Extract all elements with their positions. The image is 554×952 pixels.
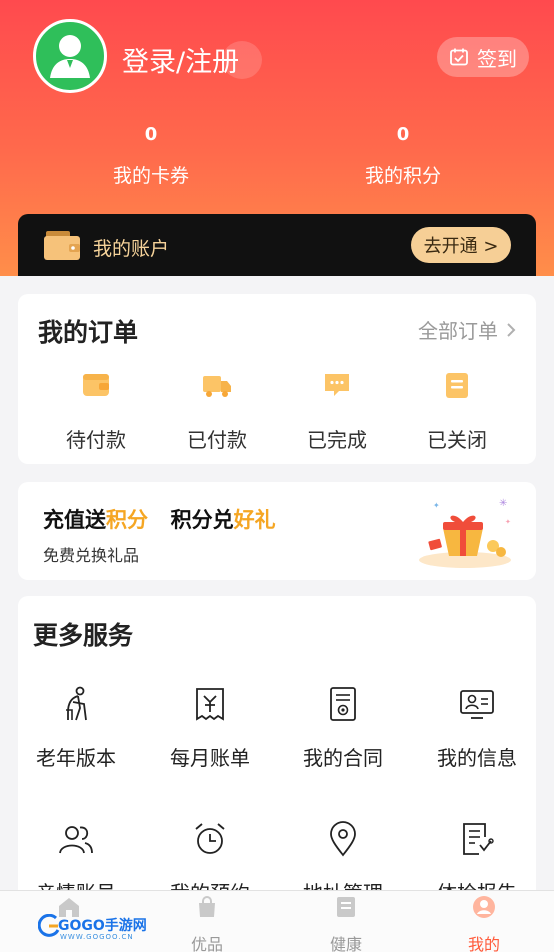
family-icon (59, 826, 93, 854)
order-pending-payment[interactable]: 待付款 (36, 370, 156, 453)
all-orders-link[interactable]: 全部订单 (418, 315, 516, 344)
services-title: 更多服务 (33, 621, 134, 650)
report-icon (463, 823, 494, 855)
login-register-link[interactable]: 登录/注册 (122, 40, 239, 79)
order-label: 已付款 (187, 428, 247, 452)
order-label: 已完成 (307, 428, 367, 452)
coupon-label: 我的卡券 (112, 165, 189, 187)
site-watermark: GOGO手游网 WWW.GOGOO.CN (38, 912, 150, 942)
svg-text:✦: ✦ (505, 518, 511, 526)
points-count: 0 (396, 124, 410, 145)
service-elderly-mode[interactable]: 老年版本 (9, 686, 143, 771)
coupon-stat[interactable]: 0 我的卡券 (71, 124, 231, 188)
wallet-icon (83, 374, 109, 396)
promo-highlight: 好礼 (233, 508, 276, 532)
health-icon (337, 897, 355, 917)
svg-text:✳: ✳ (499, 498, 507, 509)
clipboard-icon (446, 373, 468, 398)
promo-highlight: 积分 (106, 508, 148, 532)
signin-button[interactable]: 签到 (437, 37, 529, 77)
elderly-icon (66, 686, 87, 721)
delivery-truck-icon (203, 376, 231, 397)
shopping-bag-icon (199, 896, 215, 917)
alarm-clock-icon (195, 823, 225, 854)
tab-label: 我的 (467, 935, 500, 952)
service-my-info[interactable]: 我的信息 (410, 686, 544, 771)
points-stat[interactable]: 0 我的积分 (323, 124, 483, 188)
orders-title: 我的订单 (38, 318, 139, 347)
tab-products[interactable]: 优品 (138, 891, 276, 952)
service-label: 老年版本 (36, 746, 116, 770)
coupon-count: 0 (144, 124, 158, 145)
service-label: 我的合同 (303, 746, 383, 770)
service-label: 每月账单 (170, 746, 250, 770)
promo-subtitle: 免费兑换礼品 (43, 546, 140, 565)
bill-icon (196, 688, 224, 721)
tab-label: 优品 (190, 935, 223, 952)
activate-button[interactable]: 去开通 > (411, 227, 511, 263)
order-closed[interactable]: 已关闭 (397, 370, 517, 453)
more-services-card: 更多服务 老年版本 每月账单 我的合同 我的信息 (18, 596, 536, 916)
avatar[interactable] (33, 19, 107, 93)
watermark-logo-icon (38, 914, 60, 937)
all-orders-label: 全部订单 (418, 319, 498, 343)
service-label: 我的信息 (437, 746, 517, 770)
chevron-right-icon (507, 322, 516, 337)
tab-mine[interactable]: 我的 (415, 891, 553, 952)
tab-health[interactable]: 健康 (277, 891, 415, 952)
tab-label: 健康 (329, 935, 362, 952)
profile-screen-icon (460, 690, 494, 719)
service-my-contract[interactable]: 我的合同 (276, 686, 410, 771)
points-promo-banner[interactable]: 充值送积分 积分兑好礼 免费兑换礼品 ✳ ✦ ✦ (18, 482, 536, 580)
promo-text: 积分兑 (170, 508, 234, 532)
my-account-bar[interactable]: 我的账户 去开通 > (18, 214, 536, 276)
calendar-check-icon (450, 48, 468, 66)
promo-headline: 充值送积分 积分兑好礼 (43, 504, 276, 534)
svg-text:✦: ✦ (433, 501, 440, 510)
chat-bubble-icon (325, 374, 349, 396)
promo-text: 充值送 (43, 508, 106, 532)
my-orders-card: 我的订单 全部订单 待付款 已付款 已完成 已关闭 (18, 294, 536, 464)
my-account-label: 我的账户 (93, 238, 170, 260)
service-monthly-bill[interactable]: 每月账单 (143, 686, 277, 771)
gift-box-icon: ✳ ✦ ✦ (419, 498, 511, 568)
points-label: 我的积分 (364, 165, 441, 187)
user-icon (473, 896, 495, 918)
order-label: 已关闭 (427, 428, 487, 452)
order-completed[interactable]: 已完成 (277, 370, 397, 453)
watermark-url: WWW.GOGOO.CN (60, 933, 134, 941)
location-pin-icon (330, 821, 356, 857)
contract-icon (330, 687, 356, 721)
wallet-icon (44, 231, 80, 260)
signin-label: 签到 (477, 46, 517, 71)
user-avatar-icon (50, 35, 90, 78)
order-paid[interactable]: 已付款 (157, 370, 277, 453)
watermark-text: GOGO手游网 (58, 918, 147, 934)
order-label: 待付款 (66, 428, 126, 452)
